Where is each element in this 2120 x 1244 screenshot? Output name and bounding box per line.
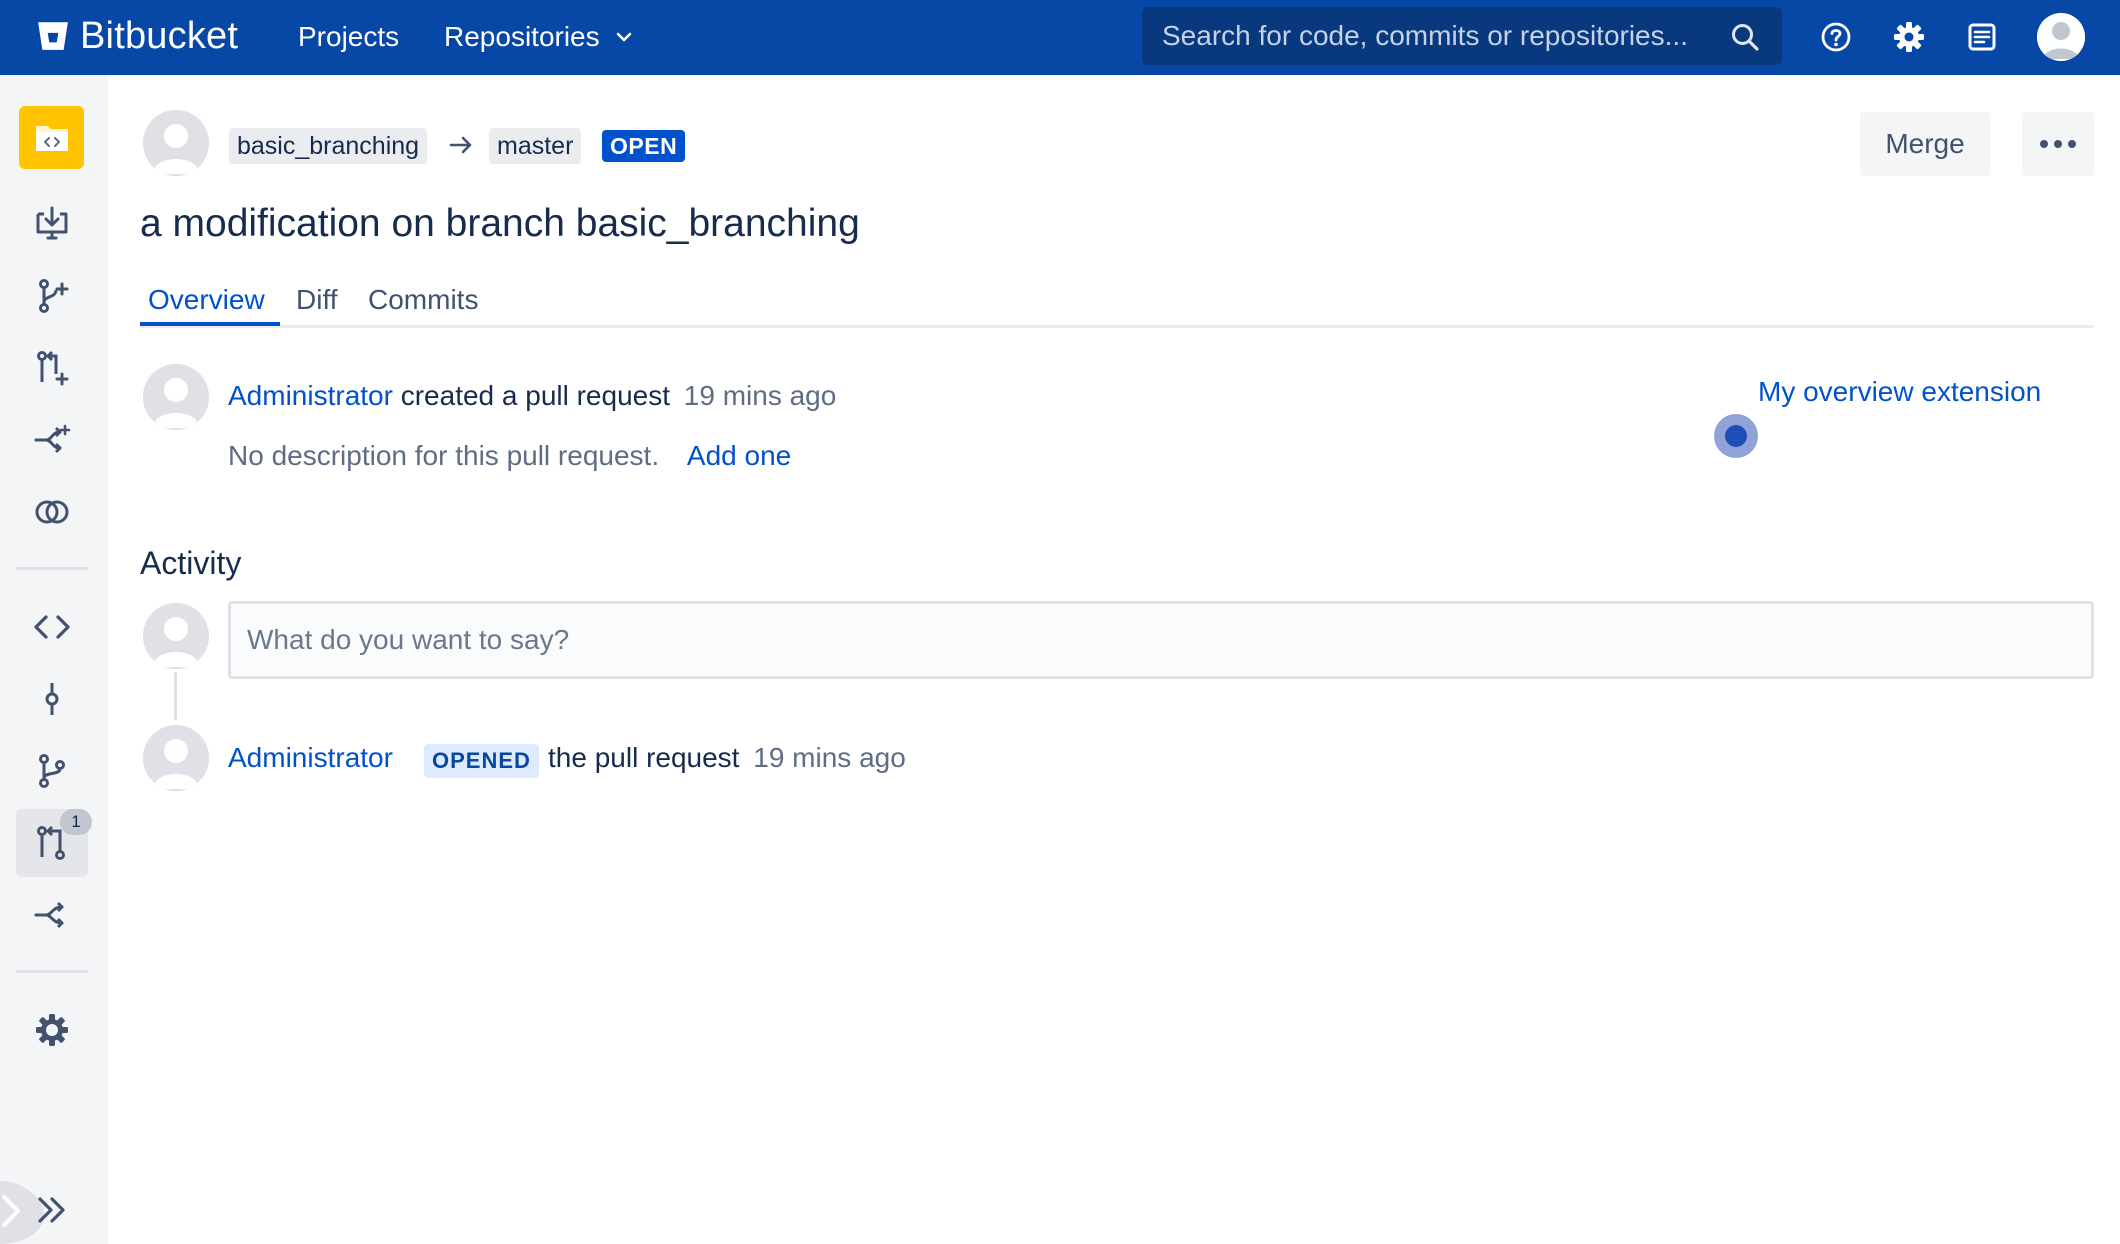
- bitbucket-logo-text: Bitbucket: [80, 14, 239, 57]
- top-navigation: Bitbucket Projects Repositories: [0, 0, 2120, 75]
- create-branch-icon: [39, 279, 69, 313]
- repository-icon: [35, 125, 68, 151]
- release-notes-icon[interactable]: [1964, 19, 2000, 55]
- created-action-text: created a pull request: [400, 380, 670, 411]
- activity-author-link[interactable]: Administrator: [228, 742, 393, 774]
- more-horizontal-icon: [2040, 140, 2076, 148]
- settings-gear-icon: [36, 1014, 68, 1046]
- sidebar-item-clone[interactable]: [16, 190, 88, 258]
- author-avatar[interactable]: [143, 725, 209, 791]
- add-description-link[interactable]: Add one: [687, 440, 791, 471]
- sidebar-item-branches[interactable]: [16, 737, 88, 805]
- expand-sidebar-icon: [0, 1181, 65, 1244]
- author-avatar[interactable]: [143, 110, 209, 176]
- tab-overview[interactable]: Overview: [148, 284, 265, 316]
- sidebar-item-pull-requests[interactable]: 1: [16, 809, 92, 877]
- target-branch[interactable]: master: [489, 128, 582, 164]
- arrow-right-icon: [449, 136, 472, 154]
- overview-extension-link[interactable]: My overview extension: [1758, 376, 2041, 408]
- sidebar-item-create-pull-request[interactable]: [16, 334, 88, 402]
- opened-badge: OPENED: [424, 744, 539, 778]
- pr-tabs: Overview Diff Commits: [140, 278, 2094, 328]
- sidebar-item-create-fork[interactable]: [16, 406, 88, 474]
- user-avatar[interactable]: [2037, 13, 2085, 61]
- current-user-avatar: [143, 603, 209, 669]
- cursor-indicator: [1714, 414, 1758, 458]
- default-avatar-icon: [143, 110, 209, 176]
- repository-avatar[interactable]: [19, 106, 84, 169]
- tab-diff[interactable]: Diff: [296, 284, 338, 316]
- merge-button[interactable]: Merge: [1860, 112, 1990, 176]
- activity-timestamp[interactable]: 19 mins ago: [753, 742, 906, 773]
- nav-projects[interactable]: Projects: [298, 17, 399, 57]
- page-title: a modification on branch basic_branching: [140, 202, 860, 245]
- clone-icon: [36, 206, 68, 240]
- global-search: [1142, 7, 1782, 65]
- author-link[interactable]: Administrator: [228, 380, 393, 411]
- user-avatar-icon: [2037, 13, 2085, 61]
- gear-icon[interactable]: [1891, 19, 1927, 55]
- sidebar-item-compare[interactable]: [16, 478, 88, 546]
- fork-icon: [34, 901, 64, 929]
- timeline-connector: [174, 672, 177, 720]
- active-tab-indicator: [140, 322, 280, 326]
- help-icon[interactable]: [1818, 19, 1854, 55]
- sidebar-expand-button[interactable]: [0, 1175, 108, 1244]
- search-icon[interactable]: [1730, 22, 1760, 52]
- sidebar-divider: [16, 970, 88, 973]
- create-fork-icon: [34, 424, 71, 454]
- pull-request-count-badge: 1: [60, 809, 92, 835]
- search-input[interactable]: [1142, 20, 1712, 52]
- sidebar-item-source[interactable]: [16, 593, 88, 661]
- pr-status-badge: OPEN: [602, 130, 686, 162]
- source-code-icon: [34, 615, 70, 639]
- created-timestamp[interactable]: 19 mins ago: [684, 380, 837, 411]
- activity-heading: Activity: [140, 545, 242, 581]
- author-avatar[interactable]: [143, 364, 209, 430]
- bitbucket-logo[interactable]: Bitbucket: [36, 14, 238, 58]
- compare-icon: [35, 500, 69, 524]
- sidebar-item-repository-settings[interactable]: [16, 996, 88, 1064]
- pr-created-summary: Administrator created a pull request 19 …: [228, 380, 836, 412]
- source-branch[interactable]: basic_branching: [229, 128, 428, 164]
- sidebar-item-commits[interactable]: [16, 665, 88, 733]
- commit-icon: [45, 683, 59, 715]
- default-avatar-icon: [143, 725, 209, 791]
- activity-event: the pull request 19 mins ago: [548, 742, 906, 774]
- activity-event-text: the pull request: [548, 742, 740, 773]
- create-pull-request-icon: [37, 350, 69, 386]
- no-description-text: No description for this pull request.: [228, 440, 660, 471]
- chevron-down-icon: [616, 32, 631, 42]
- nav-repositories-label: Repositories: [444, 21, 600, 52]
- default-avatar-icon: [143, 364, 209, 430]
- bitbucket-logo-icon: [38, 22, 68, 50]
- branch-icon: [39, 754, 65, 788]
- default-avatar-icon: [143, 603, 209, 669]
- pr-description: No description for this pull request. Ad…: [228, 440, 791, 472]
- sidebar-item-forks[interactable]: [16, 881, 88, 949]
- sidebar-item-create-branch[interactable]: [16, 262, 88, 330]
- more-actions-button[interactable]: [2022, 112, 2094, 176]
- sidebar: 1: [0, 75, 108, 1244]
- sidebar-divider: [16, 567, 88, 570]
- nav-repositories[interactable]: Repositories: [444, 17, 634, 57]
- tab-commits[interactable]: Commits: [368, 284, 478, 316]
- comment-input[interactable]: [228, 601, 2094, 679]
